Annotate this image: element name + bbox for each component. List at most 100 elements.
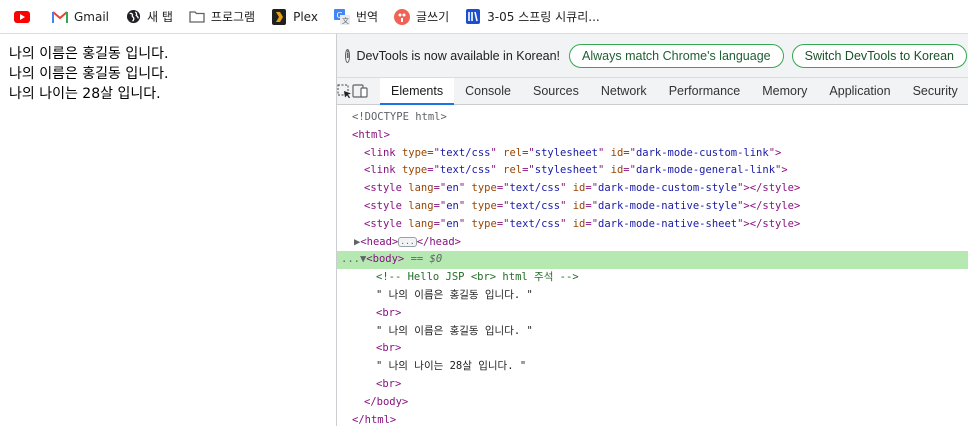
- dom-node-br[interactable]: <br>: [337, 340, 968, 358]
- tab-elements[interactable]: Elements: [380, 78, 455, 105]
- head-open-tag: <head>: [360, 235, 399, 248]
- devtools-tab-bar: Elements Console Sources Network Perform…: [337, 78, 968, 105]
- globe-icon: [125, 9, 141, 25]
- attr-value: dark-mode-native-sheet: [598, 217, 738, 230]
- doctype-text: <!DOCTYPE html>: [352, 111, 447, 123]
- attr-value: en: [446, 199, 459, 212]
- bookmark-translate[interactable]: G文 번역: [328, 3, 384, 31]
- collapsed-dots[interactable]: ...: [398, 236, 417, 247]
- head-close-tag: </head>: [416, 235, 461, 248]
- bookmark-gmail[interactable]: Gmail: [46, 3, 115, 31]
- attr-value: dark-mode-custom-link: [635, 146, 769, 159]
- dom-node-link[interactable]: <link type="text/css" rel="stylesheet" i…: [337, 162, 968, 180]
- dom-node-body-selected[interactable]: ...▼<body> == $0: [337, 251, 968, 270]
- bookmark-new-tab[interactable]: 새 탭: [119, 3, 179, 31]
- bookmark-label: 프로그램: [210, 10, 256, 24]
- tab-memory[interactable]: Memory: [751, 78, 818, 104]
- tab-performance[interactable]: Performance: [658, 78, 752, 104]
- tag-name: style: [370, 182, 402, 195]
- translate-icon: G文: [333, 8, 350, 25]
- console-ref-badge: == $0: [410, 253, 443, 266]
- attr-value: text/css: [509, 199, 561, 212]
- node-actions-dots[interactable]: ...: [341, 253, 360, 265]
- br-tag: <br>: [376, 306, 402, 319]
- dom-node-style[interactable]: <style lang="en" type="text/css" id="dar…: [337, 216, 968, 234]
- dom-node-text[interactable]: " 나의 이름은 홍길동 입니다. ": [337, 323, 968, 341]
- dom-node-br[interactable]: <br>: [337, 305, 968, 323]
- body-open-tag: <body>: [366, 253, 405, 266]
- attr-value: dark-mode-native-style: [598, 199, 738, 212]
- comment-text: <!-- Hello JSP <br> html 주석 -->: [376, 271, 579, 284]
- device-toolbar-icon[interactable]: [352, 78, 368, 104]
- tag-name: style: [370, 217, 402, 230]
- page-content: 나의 이름은 홍길동 입니다. 나의 이름은 홍길동 입니다. 나의 나이는 2…: [0, 34, 336, 426]
- br-tag: <br>: [376, 342, 402, 355]
- devtools-panel: i DevTools is now available in Korean! A…: [336, 34, 968, 426]
- language-infobar: i DevTools is now available in Korean! A…: [337, 34, 968, 78]
- tag-name: link: [370, 146, 396, 159]
- bookmark-label: 새 탭: [147, 10, 173, 24]
- bookmark-label: 3-05 스프링 시큐리...: [487, 10, 600, 24]
- bookmark-label: Gmail: [74, 9, 110, 24]
- page-text-line: 나의 이름은 홍길동 입니다.: [9, 66, 169, 82]
- info-icon: i: [345, 48, 351, 63]
- folder-icon: [189, 9, 205, 25]
- dom-node-br[interactable]: <br>: [337, 376, 968, 394]
- attr-value: en: [446, 217, 459, 230]
- tab-console[interactable]: Console: [454, 78, 522, 104]
- bookmark-label: 번역: [355, 10, 379, 24]
- dom-node-html-close[interactable]: </html>: [337, 412, 968, 426]
- tab-network[interactable]: Network: [590, 78, 658, 104]
- tab-application[interactable]: Application: [818, 78, 901, 104]
- text-node: " 나의 나이는 28살 입니다. ": [376, 360, 527, 373]
- gmail-icon: [52, 9, 68, 25]
- dom-node-body-close[interactable]: </body>: [337, 394, 968, 412]
- switch-korean-button[interactable]: Switch DevTools to Korean: [791, 43, 968, 68]
- bookmark-folder-programs[interactable]: 프로그램: [183, 3, 261, 31]
- tag-name: style: [370, 199, 402, 212]
- body-close-tag: </body>: [364, 395, 409, 408]
- dom-node-link[interactable]: <link type="text/css" rel="stylesheet" i…: [337, 145, 968, 163]
- dom-node-style[interactable]: <style lang="en" type="text/css" id="dar…: [337, 198, 968, 216]
- dom-tree: <!DOCTYPE html> <html> <link type="text/…: [337, 105, 968, 426]
- attr-value: stylesheet: [534, 146, 598, 159]
- bookmarks-bar: Gmail 새 탭 프로그램 Plex G文 번역 글쓰기 3-05 스프링 시…: [0, 0, 968, 34]
- attr-value: dark-mode-custom-style: [598, 182, 738, 195]
- attr-value: dark-mode-general-link: [635, 164, 776, 177]
- bookmark-youtube[interactable]: [8, 3, 42, 31]
- plex-icon: [271, 8, 287, 25]
- tab-sources[interactable]: Sources: [522, 78, 590, 104]
- match-language-button[interactable]: Always match Chrome's language: [569, 43, 784, 68]
- bookmark-plex[interactable]: Plex: [265, 3, 324, 31]
- svg-text:文: 文: [342, 16, 349, 25]
- tab-security[interactable]: Security: [902, 78, 968, 104]
- page-text-line: 나의 나이는 28살 입니다.: [9, 86, 161, 102]
- infobar-message: DevTools is now available in Korean!: [356, 48, 561, 63]
- page-text-line: 나의 이름은 홍길동 입니다.: [9, 46, 169, 62]
- attr-value: stylesheet: [534, 164, 598, 177]
- attr-value: text/css: [509, 182, 561, 195]
- html-close-tag: </html>: [352, 413, 397, 426]
- br-tag: <br>: [376, 377, 402, 390]
- attr-value: text/css: [439, 164, 491, 177]
- youtube-icon: [14, 9, 30, 25]
- dom-node-html[interactable]: <html>: [337, 127, 968, 145]
- bookmark-spring-security[interactable]: 3-05 스프링 시큐리...: [459, 3, 606, 31]
- bookmark-label: 글쓰기: [416, 10, 450, 24]
- bookmark-label: Plex: [293, 9, 318, 24]
- bookmark-write[interactable]: 글쓰기: [388, 3, 455, 31]
- attr-value: text/css: [439, 146, 491, 159]
- dom-node-text[interactable]: " 나의 이름은 홍길동 입니다. ": [337, 287, 968, 305]
- dom-node-comment[interactable]: <!-- Hello JSP <br> html 주석 -->: [337, 269, 968, 287]
- dom-node-text[interactable]: " 나의 나이는 28살 입니다. ": [337, 358, 968, 376]
- text-node: " 나의 이름은 홍길동 입니다. ": [376, 288, 533, 301]
- attr-value: text/css: [509, 217, 561, 230]
- dom-node-head[interactable]: ▶<head>... </head>: [337, 234, 968, 252]
- html-open-tag: <html>: [352, 128, 390, 141]
- book-icon: [465, 9, 481, 25]
- attr-value: en: [446, 182, 459, 195]
- dom-node-doctype[interactable]: <!DOCTYPE html>: [337, 109, 968, 127]
- inspect-element-icon[interactable]: [337, 78, 352, 104]
- tag-name: link: [370, 164, 396, 177]
- dom-node-style[interactable]: <style lang="en" type="text/css" id="dar…: [337, 180, 968, 198]
